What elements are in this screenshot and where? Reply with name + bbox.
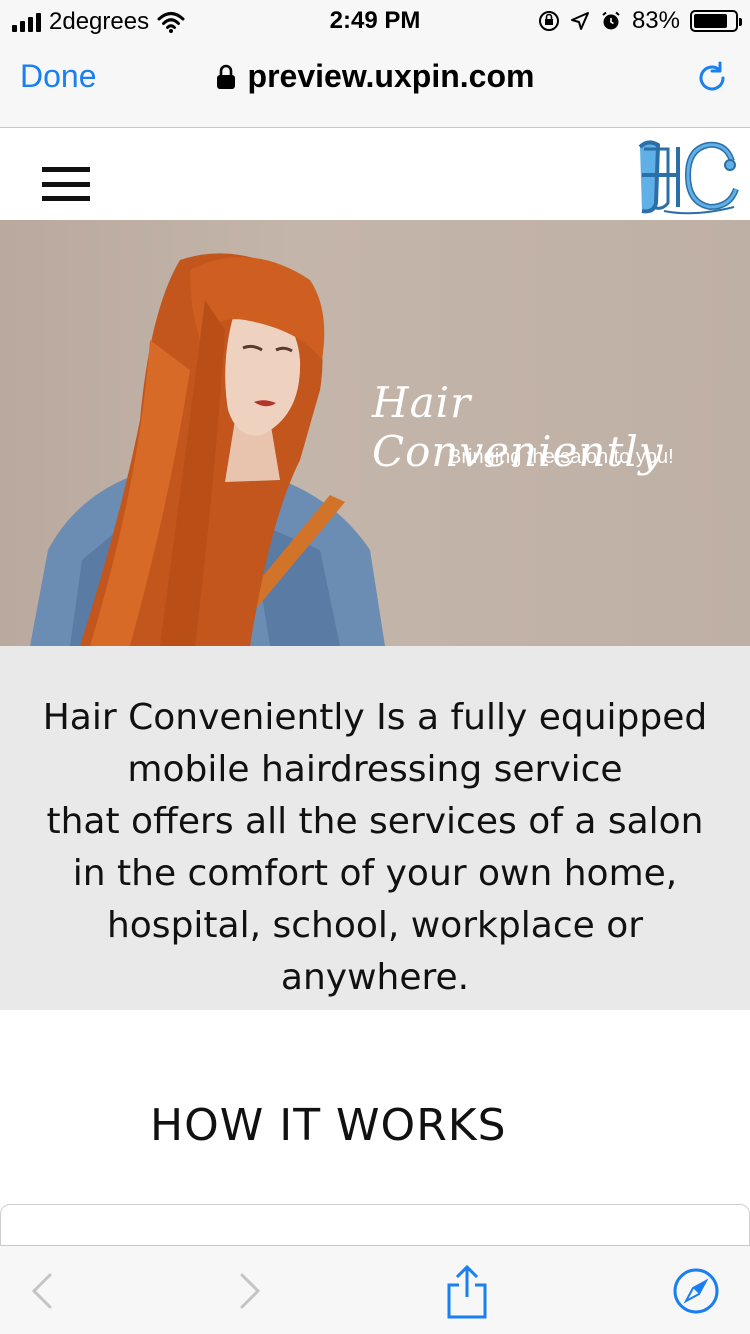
orientation-lock-icon	[538, 11, 559, 31]
chevron-left-icon	[31, 1273, 52, 1308]
status-right: 83%	[538, 7, 742, 35]
how-it-works-heading: HOW IT WORKS	[150, 1100, 507, 1151]
intro-line: in the comfort of your own home,	[72, 853, 678, 894]
site-header	[0, 129, 750, 220]
intro-line: anywhere.	[280, 957, 470, 998]
reload-icon[interactable]	[694, 60, 730, 96]
battery-percent: 83%	[631, 7, 680, 34]
hc-logo[interactable]	[634, 137, 742, 217]
location-arrow-icon	[570, 12, 589, 30]
intro-line: mobile hairdressing service	[127, 749, 623, 790]
intro-line: Hair Conveniently Is a fully equipped	[42, 697, 708, 738]
hero-woman-image	[30, 253, 385, 646]
alarm-clock-icon	[602, 11, 620, 30]
forward-button[interactable]	[228, 1246, 272, 1334]
url-field[interactable]: preview.uxpin.com	[0, 58, 750, 95]
share-icon	[447, 1264, 487, 1318]
hamburger-menu-icon[interactable]	[42, 167, 90, 201]
intro-line: hospital, school, workplace or	[106, 905, 644, 946]
safari-button[interactable]	[670, 1246, 722, 1334]
lock-icon	[216, 64, 235, 89]
url-text: preview.uxpin.com	[247, 58, 535, 94]
browser-url-bar: Done preview.uxpin.com	[0, 40, 750, 128]
browser-toolbar	[0, 1245, 750, 1334]
compass-icon	[673, 1268, 719, 1313]
hero-banner: Hair Conveniently Bringing the salon to …	[0, 220, 750, 646]
share-button[interactable]	[442, 1246, 492, 1334]
status-bar: 2degrees 2:49 PM 83%	[0, 0, 750, 40]
hero-subtitle: Bringing the salon to you!	[448, 446, 674, 468]
battery-icon	[690, 10, 742, 32]
intro-line: that offers all the services of a salon	[46, 801, 704, 842]
intro-section: Hair Conveniently Is a fully equipped mo…	[0, 646, 750, 1010]
back-button[interactable]	[20, 1246, 64, 1334]
chevron-right-icon	[240, 1273, 261, 1308]
